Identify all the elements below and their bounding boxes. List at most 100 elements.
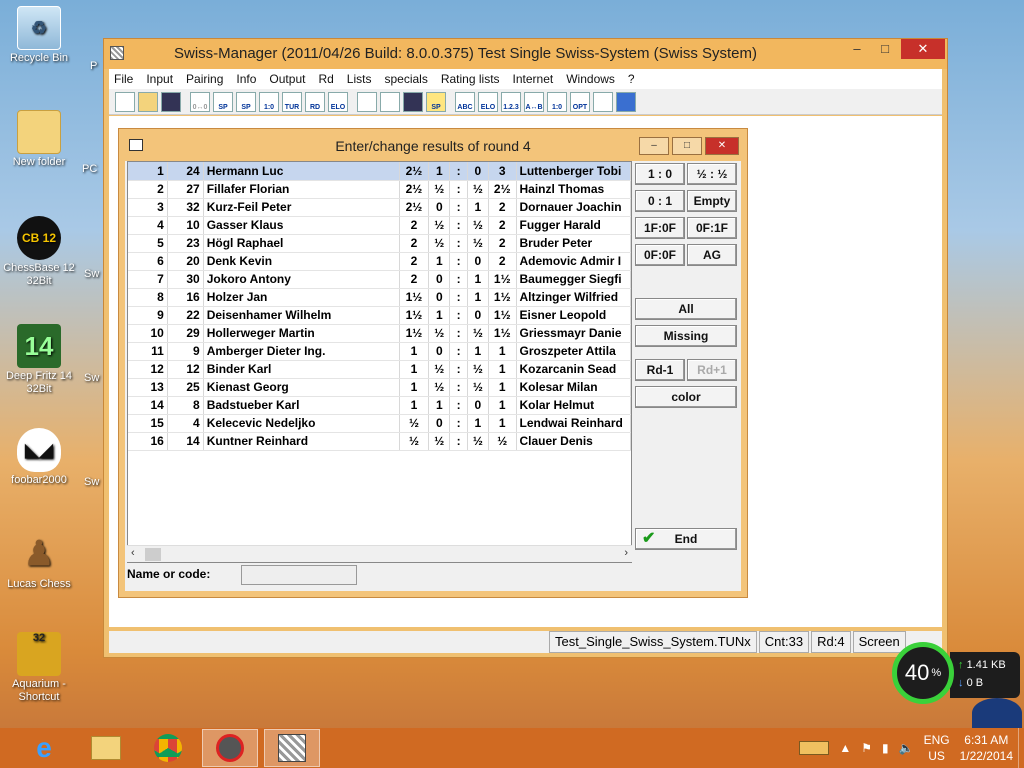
help-book-icon[interactable] — [616, 91, 636, 112]
ag-button[interactable]: AG — [687, 244, 737, 266]
table-row[interactable]: 13 25 Kienast Georg 1 ½: ½ 1 Kolesar Milan — [128, 378, 631, 397]
flag-icon[interactable]: ⚑ — [861, 741, 872, 755]
dialog-minimize-button[interactable]: – — [639, 137, 669, 155]
horizontal-scrollbar[interactable]: ‹ › — [127, 545, 632, 562]
missing-button[interactable]: Missing — [635, 325, 737, 347]
forfeit-loss-button[interactable]: 0F:1F — [687, 217, 737, 239]
window-icon[interactable] — [357, 91, 377, 112]
network-widget[interactable]: ↑ 1.41 KB ↓ 0 B 40% — [892, 640, 1022, 706]
menu-pairing[interactable]: Pairing — [186, 72, 223, 86]
table-row[interactable]: 4 10 Gasser Klaus 2 ½: ½ 2 Fugger Harald — [128, 216, 631, 235]
dialog-maximize-button[interactable]: □ — [672, 137, 702, 155]
network-icon[interactable]: ▮ — [882, 741, 889, 755]
all-button[interactable]: All — [635, 298, 737, 320]
menu-file[interactable]: File — [114, 72, 133, 86]
next-round-button[interactable]: Rd+1 — [687, 359, 737, 381]
name-code-input[interactable] — [241, 565, 357, 585]
print-icon[interactable] — [380, 91, 400, 112]
table-row[interactable]: 7 30 Jokoro Antony 2 0:1 1½ Baumegger Siegfi — [128, 270, 631, 289]
table-row[interactable]: 16 14 Kuntner Reinhard ½ ½: ½ ½ Clauer Denis — [128, 432, 631, 451]
result-entry-icon[interactable]: 1:0 — [547, 91, 567, 112]
menu-windows[interactable]: Windows — [566, 72, 615, 86]
table-row[interactable]: 3 32 Kurz-Feil Peter 2½ 0:1 2 Dornauer Joachin — [128, 198, 631, 217]
result-loss-button[interactable]: 0 : 1 — [635, 190, 685, 212]
end-button[interactable]: ✔ End — [635, 528, 737, 550]
menu-output[interactable]: Output — [269, 72, 305, 86]
menu-rating-lists[interactable]: Rating lists — [441, 72, 500, 86]
sort-elo-icon[interactable]: ELO — [478, 91, 498, 112]
color-button[interactable]: color — [635, 386, 737, 408]
ie-icon[interactable]: e — [16, 729, 72, 767]
file-explorer-icon[interactable] — [78, 729, 134, 767]
save-icon[interactable] — [161, 91, 181, 112]
keyboard-icon[interactable] — [799, 741, 830, 755]
save-disk-icon[interactable] — [403, 91, 423, 112]
table-row[interactable]: 2 27 Fillafer Florian 2½ ½: ½ 2½ Hainzl Thomas — [128, 180, 631, 199]
menu-help[interactable]: ? — [628, 72, 635, 86]
volume-icon[interactable]: 🔈 — [899, 741, 914, 755]
new-file-icon[interactable] — [115, 91, 135, 112]
table-row[interactable]: 9 22 Deisenhamer Wilhelm 1½ 1:0 1½ Eisner Leop… — [128, 306, 631, 325]
table-row[interactable]: 1 24 Hermann Luc 2½ 1:0 3 Luttenberger Tobi — [128, 162, 631, 181]
desktop-icon-recycle-bin[interactable]: ♻ Recycle Bin — [0, 6, 78, 65]
previous-round-button[interactable]: Rd-1 — [635, 359, 685, 381]
dialog-close-button[interactable]: ✕ — [705, 137, 739, 155]
desktop-icon-chessbase[interactable]: CB 12 ChessBase 12 32Bit — [0, 216, 78, 288]
menu-input[interactable]: Input — [146, 72, 173, 86]
maximize-button[interactable]: □ — [871, 39, 899, 59]
sort-abc-icon[interactable]: ABC — [455, 91, 475, 112]
pairing-icon[interactable]: 0↔0 — [190, 91, 210, 112]
desktop-icon-deep-fritz[interactable]: 14 Deep Fritz 14 32Bit — [0, 324, 78, 396]
table-row[interactable]: 5 23 Högl Raphael 2 ½: ½ 2 Bruder Peter — [128, 234, 631, 253]
table-row[interactable]: 12 12 Binder Karl 1 ½: ½ 1 Kozarcanin Sead — [128, 360, 631, 379]
swap-icon[interactable]: A↔B — [524, 91, 544, 112]
title-bar[interactable]: Swiss-Manager (2011/04/26 Build: 8.0.0.3… — [104, 39, 947, 69]
table-row[interactable]: 14 8 Badstueber Karl 1 1:0 1 Kolar Helmut — [128, 396, 631, 415]
round-icon[interactable]: RD — [305, 91, 325, 112]
menu-rd[interactable]: Rd — [318, 72, 333, 86]
table-row[interactable]: 11 9 Amberger Dieter Ing. 1 0:1 1 Groszpeter A… — [128, 342, 631, 361]
menu-info[interactable]: Info — [236, 72, 256, 86]
dialog-title-bar[interactable]: Enter/change results of round 4 – □ ✕ — [119, 129, 747, 161]
app-shortcut-icon[interactable] — [202, 729, 258, 767]
desktop-icon-foobar[interactable]: ◣◢ foobar2000 — [0, 428, 78, 487]
chrome-icon[interactable] — [140, 729, 196, 767]
language-indicator[interactable]: ENG US — [924, 732, 950, 764]
tournament-icon[interactable]: TUR — [282, 91, 302, 112]
minimize-button[interactable]: – — [843, 39, 871, 59]
show-hidden-icon[interactable]: ▲ — [839, 741, 851, 755]
table-row[interactable]: 10 29 Hollerweger Martin 1½ ½: ½ 1½ Griessmayr … — [128, 324, 631, 343]
scroll-left-icon[interactable]: ‹ — [131, 547, 135, 559]
options-icon[interactable]: OPT — [570, 91, 590, 112]
menu-lists[interactable]: Lists — [347, 72, 372, 86]
menu-specials[interactable]: specials — [384, 72, 427, 86]
forfeit-win-button[interactable]: 1F:0F — [635, 217, 685, 239]
desktop-icon-aquarium[interactable]: 32 Aquarium - Shortcut — [0, 632, 78, 704]
sp-list-icon[interactable]: SP — [236, 91, 256, 112]
sp-export-icon[interactable]: SP — [426, 91, 446, 112]
desktop-icon-lucas-chess[interactable]: ♟ Lucas Chess — [0, 532, 78, 591]
swiss-manager-task-icon[interactable] — [264, 729, 320, 767]
menu-internet[interactable]: Internet — [513, 72, 554, 86]
sp-icon[interactable]: SP — [213, 91, 233, 112]
open-folder-icon[interactable] — [138, 91, 158, 112]
results-icon[interactable]: 1:0 — [259, 91, 279, 112]
scroll-thumb[interactable] — [145, 548, 161, 561]
double-forfeit-button[interactable]: 0F:0F — [635, 244, 685, 266]
scroll-right-icon[interactable]: › — [624, 547, 628, 559]
info-icon[interactable] — [593, 91, 613, 112]
table-row[interactable]: 6 20 Denk Kevin 2 1:0 2 Ademovic Admir I — [128, 252, 631, 271]
result-empty-button[interactable]: Empty — [687, 190, 737, 212]
close-button[interactable]: ✕ — [901, 39, 945, 59]
clock[interactable]: 6:31 AM 1/22/2014 — [960, 732, 1013, 764]
show-desktop-button[interactable] — [1018, 728, 1024, 768]
result-win-button[interactable]: 1 : 0 — [635, 163, 685, 185]
table-row[interactable]: 8 16 Holzer Jan 1½ 0:1 1½ Altzinger Wilfried — [128, 288, 631, 307]
sort-rank-icon[interactable]: 1.2.3 — [501, 91, 521, 112]
desktop-icon-new-folder[interactable]: New folder — [0, 110, 78, 169]
result-draw-button[interactable]: ½ : ½ — [687, 163, 737, 185]
network-globe-icon[interactable] — [972, 698, 1022, 728]
table-row[interactable]: 15 4 Kelecevic Nedeljko ½ 0:1 1 Lendwai Reinha… — [128, 414, 631, 433]
elo-icon[interactable]: ELO — [328, 91, 348, 112]
results-grid[interactable]: 1 24 Hermann Luc 2½ 1:0 3 Luttenberger Tobi 2 27… — [127, 161, 632, 563]
